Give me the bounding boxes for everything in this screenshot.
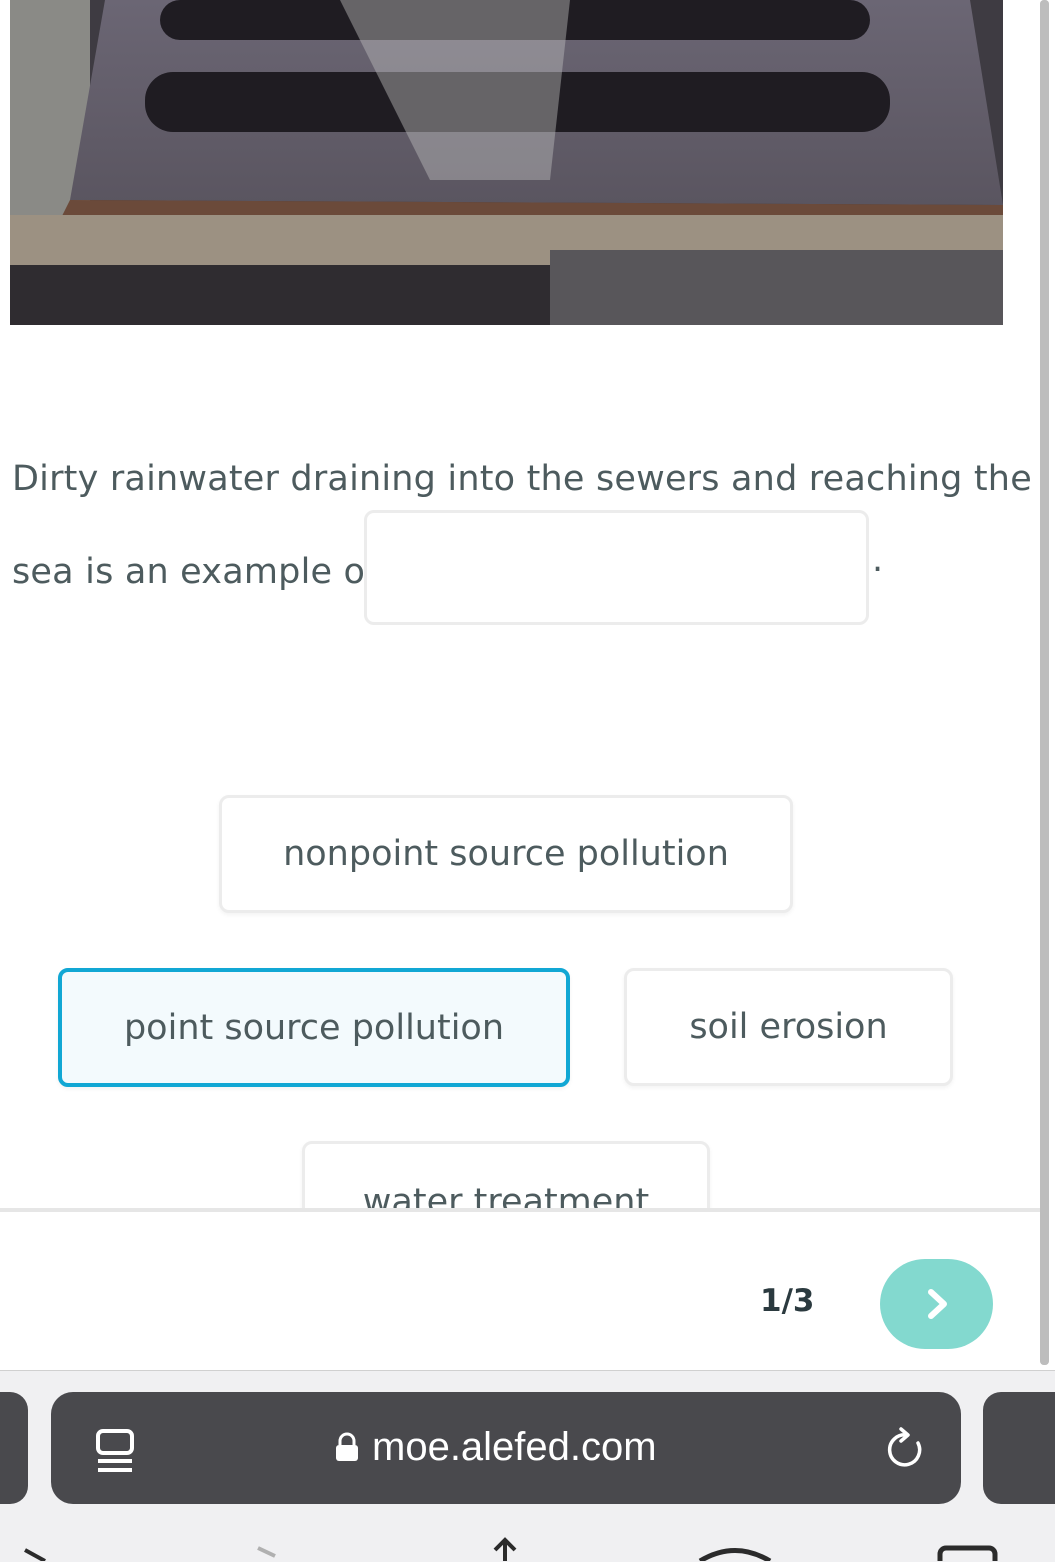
answer-blank[interactable] [364, 510, 869, 625]
reload-icon[interactable] [884, 1427, 930, 1473]
scrollbar-thumb[interactable] [1040, 0, 1049, 1365]
progress-counter: 1/3 [760, 1283, 815, 1319]
url-text[interactable]: moe.alefed.com [372, 1425, 657, 1470]
back-icon [24, 1548, 46, 1561]
storm-drain-image [10, 0, 1003, 325]
share-icon [493, 1537, 517, 1561]
next-tab-pill[interactable] [983, 1392, 1055, 1504]
lock-icon [336, 1432, 358, 1461]
question-line-2: sea is an example of [12, 552, 378, 592]
tabs-icon[interactable] [95, 1428, 135, 1474]
tabs-overview-icon [937, 1545, 998, 1561]
option-label: soil erosion [689, 1007, 888, 1047]
previous-tab-pill[interactable] [0, 1392, 28, 1504]
option-nonpoint-source-pollution[interactable]: nonpoint source pollution [219, 795, 793, 913]
option-point-source-pollution[interactable]: point source pollution [58, 968, 570, 1087]
bottom-navigation [24, 1537, 998, 1561]
forward-icon [257, 1546, 276, 1558]
option-soil-erosion[interactable]: soil erosion [624, 968, 953, 1086]
bookmarks-icon [698, 1548, 772, 1561]
option-label: point source pollution [123, 1007, 505, 1048]
question-image [10, 0, 1003, 325]
question-end: . [872, 540, 884, 580]
option-label: nonpoint source pollution [283, 834, 729, 874]
next-button[interactable] [880, 1259, 993, 1349]
scrollbar[interactable] [1040, 0, 1049, 1365]
chevron-right-icon [927, 1289, 947, 1319]
